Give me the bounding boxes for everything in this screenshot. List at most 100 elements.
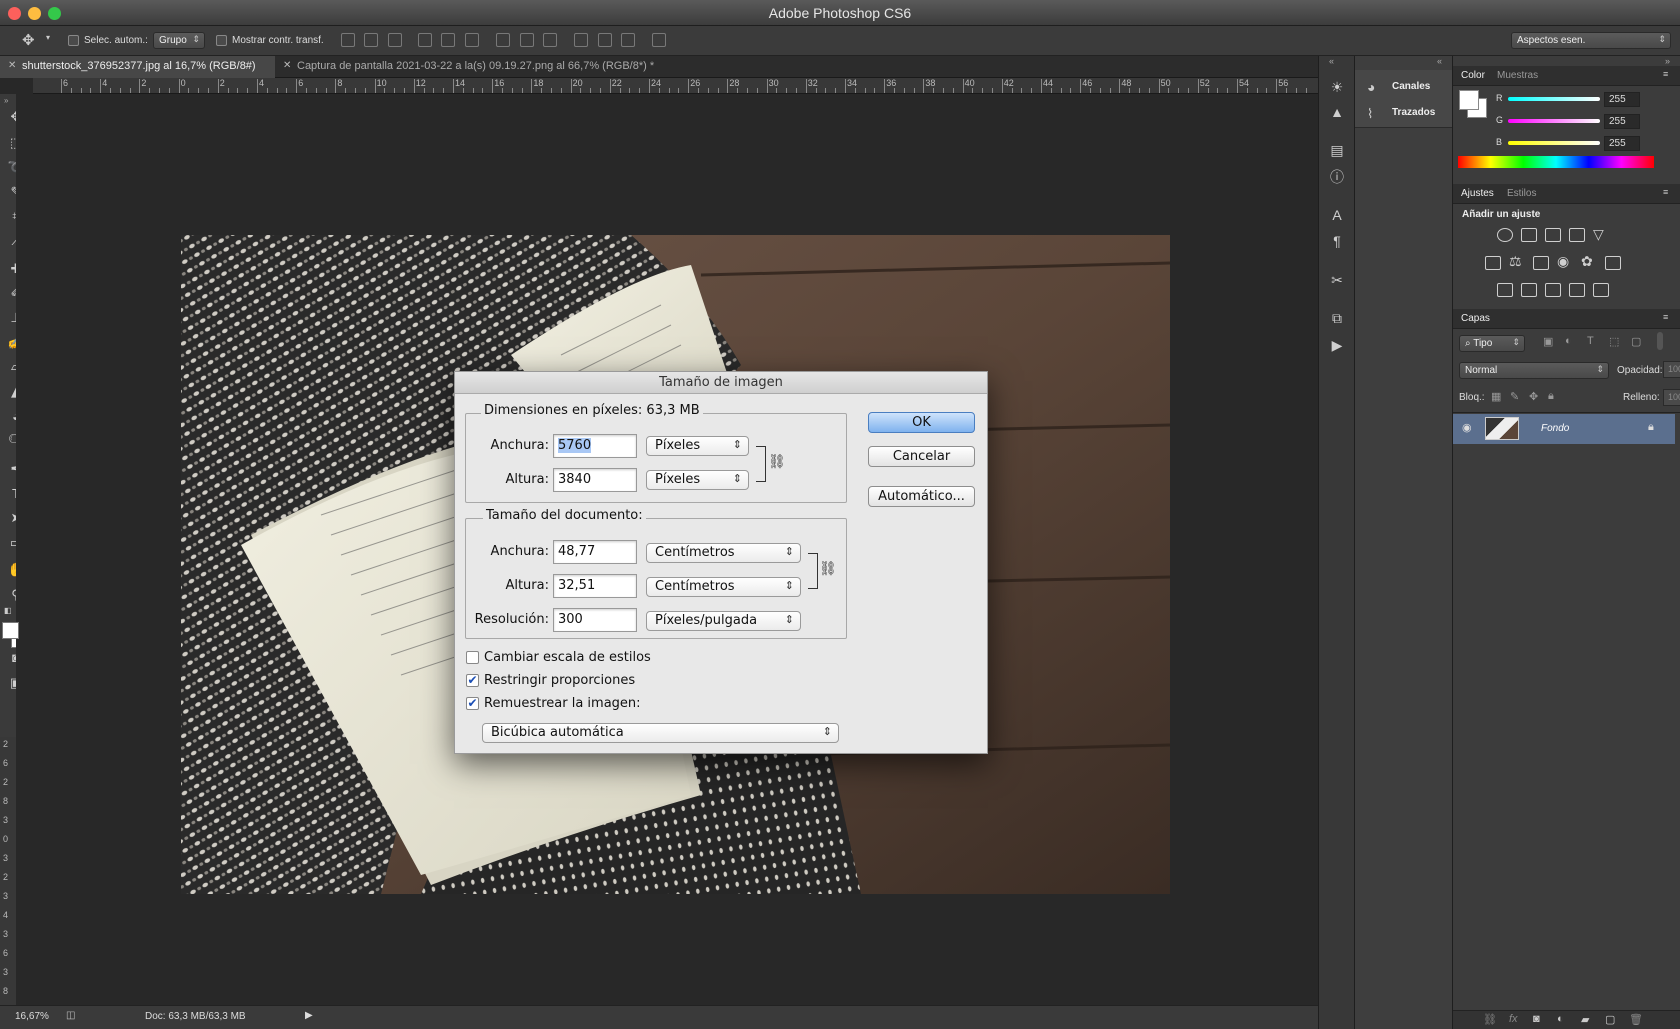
filter-adjustment-icon[interactable]: ◐ [1565,335,1572,347]
distribute-right-icon[interactable] [621,33,635,47]
resolution-input[interactable]: 300 [553,608,637,632]
panel-menu-icon[interactable]: ≡ [1663,69,1668,79]
color-spectrum-bar[interactable] [1458,156,1654,168]
value-r[interactable]: 255 [1604,92,1640,107]
color-fg-swatch[interactable] [1459,90,1479,110]
color-balance-icon[interactable]: ⚖ [1509,253,1522,270]
collapse-icon[interactable]: » [4,96,8,105]
history-icon[interactable]: ▤ [1328,141,1346,159]
layer-filter-dropdown[interactable]: ⌕ Tipo [1459,335,1525,352]
collapse-icon[interactable]: » [1665,56,1670,66]
collapse-icon[interactable]: « [1437,56,1442,66]
posterize-icon[interactable] [1521,283,1537,297]
pixel-width-input[interactable]: 5760 [553,434,637,458]
align-vcenter-icon[interactable] [364,33,378,47]
value-g[interactable]: 255 [1604,114,1640,129]
tab-swatches[interactable]: Muestras [1497,70,1538,81]
brightness-contrast-icon[interactable] [1497,228,1513,242]
histogram-icon[interactable]: ▲ [1328,103,1346,121]
pixel-height-unit-dropdown[interactable]: Píxeles [646,470,749,490]
channels-icon[interactable]: ◕ [1367,79,1375,95]
pixel-height-input[interactable]: 3840 [553,468,637,492]
fill-input[interactable]: 100% [1663,389,1680,406]
cancel-button[interactable]: Cancelar [868,446,975,467]
auto-select-dropdown[interactable]: Grupo [153,32,205,49]
blend-mode-dropdown[interactable]: Normal [1459,362,1609,379]
distribute-hcenter-icon[interactable] [598,33,612,47]
close-tab-icon[interactable]: ✕ [8,60,16,71]
filter-shape-icon[interactable]: ⬚ [1609,335,1619,348]
pixel-width-unit-dropdown[interactable]: Píxeles [646,436,749,456]
filter-type-icon[interactable]: T [1587,335,1594,347]
filter-toggle[interactable] [1657,332,1663,350]
trash-icon[interactable]: 🗑︎ [1629,1013,1643,1026]
close-tab-icon[interactable]: ✕ [283,60,291,71]
filter-pixel-icon[interactable]: ▣ [1543,335,1553,348]
panel-paths[interactable]: Trazados [1392,107,1435,118]
doc-height-input[interactable]: 32,51 [553,574,637,598]
character-icon[interactable]: A [1328,206,1346,224]
slider-r[interactable] [1508,97,1600,101]
black-white-icon[interactable] [1533,256,1549,270]
fx-icon[interactable]: fx [1509,1013,1518,1025]
tab-color[interactable]: Color [1461,70,1485,81]
transform-controls-checkbox[interactable] [216,35,227,46]
status-menu-arrow-icon[interactable]: ▶ [305,1010,313,1021]
tab-styles[interactable]: Estilos [1507,188,1536,199]
distribute-left-icon[interactable] [574,33,588,47]
auto-align-icon[interactable] [652,33,666,47]
tab-document-1[interactable]: ✕ shutterstock_376952377.jpg al 16,7% (R… [0,56,275,78]
align-hcenter-icon[interactable] [441,33,455,47]
vibrance-icon[interactable]: ▽ [1593,226,1604,243]
new-layer-icon[interactable]: ▢ [1605,1013,1615,1026]
value-b[interactable]: 255 [1604,136,1640,151]
actions-icon[interactable]: ▶ [1328,336,1346,354]
tool-presets-icon[interactable]: ✂ [1328,271,1346,289]
slider-b[interactable] [1508,141,1600,145]
panel-menu-icon[interactable]: ≡ [1663,187,1668,197]
auto-select-checkbox[interactable] [68,35,79,46]
distribute-vcenter-icon[interactable] [520,33,534,47]
paths-icon[interactable]: ⌇ [1367,106,1373,122]
levels-icon[interactable] [1521,228,1537,242]
align-top-icon[interactable] [341,33,355,47]
photo-filter-icon[interactable]: ◉ [1557,253,1569,270]
chevron-down-icon[interactable]: ▾ [46,33,50,42]
doc-height-unit-dropdown[interactable]: Centímetros [646,577,801,597]
resample-checkbox[interactable]: ✔ [466,697,479,710]
channel-mixer-icon[interactable]: ✿ [1581,253,1593,270]
filter-smart-icon[interactable]: ▢ [1631,335,1641,348]
brightness-icon[interactable]: ☀ [1328,78,1346,96]
auto-button[interactable]: Automático... [868,486,975,507]
ok-button[interactable]: OK [868,412,975,433]
align-left-icon[interactable] [418,33,432,47]
info-icon[interactable]: ⓘ [1328,168,1346,186]
link-layers-icon[interactable]: ⛓ [1483,1013,1497,1026]
layer-name[interactable]: Fondo [1541,423,1569,434]
proof-icon[interactable]: ◫ [66,1010,75,1021]
lock-position-icon[interactable]: ✥ [1529,390,1538,403]
paragraph-icon[interactable]: ¶ [1328,232,1346,250]
lock-image-icon[interactable]: ✎ [1510,390,1519,403]
distribute-top-icon[interactable] [496,33,510,47]
color-lookup-icon[interactable] [1605,256,1621,270]
panel-menu-icon[interactable]: ≡ [1663,312,1668,322]
eye-icon[interactable]: ◉ [1462,421,1472,434]
panel-channels[interactable]: Canales [1392,81,1430,92]
doc-width-input[interactable]: 48,77 [553,540,637,564]
layer-comps-icon[interactable]: ⧉ [1328,309,1346,327]
new-adjustment-icon[interactable]: ◐ [1557,1013,1564,1025]
lock-all-icon[interactable]: 🔒︎ [1548,390,1554,403]
scale-styles-checkbox[interactable] [466,651,479,664]
foreground-color-swatch[interactable] [2,622,19,639]
move-tool-icon[interactable]: ✥ [22,31,35,49]
collapse-icon[interactable]: « [1329,56,1334,66]
curves-icon[interactable] [1545,228,1561,242]
resample-method-dropdown[interactable]: Bicúbica automática [482,723,839,743]
tab-adjustments[interactable]: Ajustes [1461,188,1494,199]
resolution-unit-dropdown[interactable]: Píxeles/pulgada [646,611,801,631]
align-right-icon[interactable] [465,33,479,47]
gradient-map-icon[interactable] [1593,283,1609,297]
constrain-proportions-checkbox[interactable]: ✔ [466,674,479,687]
zoom-level[interactable]: 16,67% [15,1011,49,1022]
